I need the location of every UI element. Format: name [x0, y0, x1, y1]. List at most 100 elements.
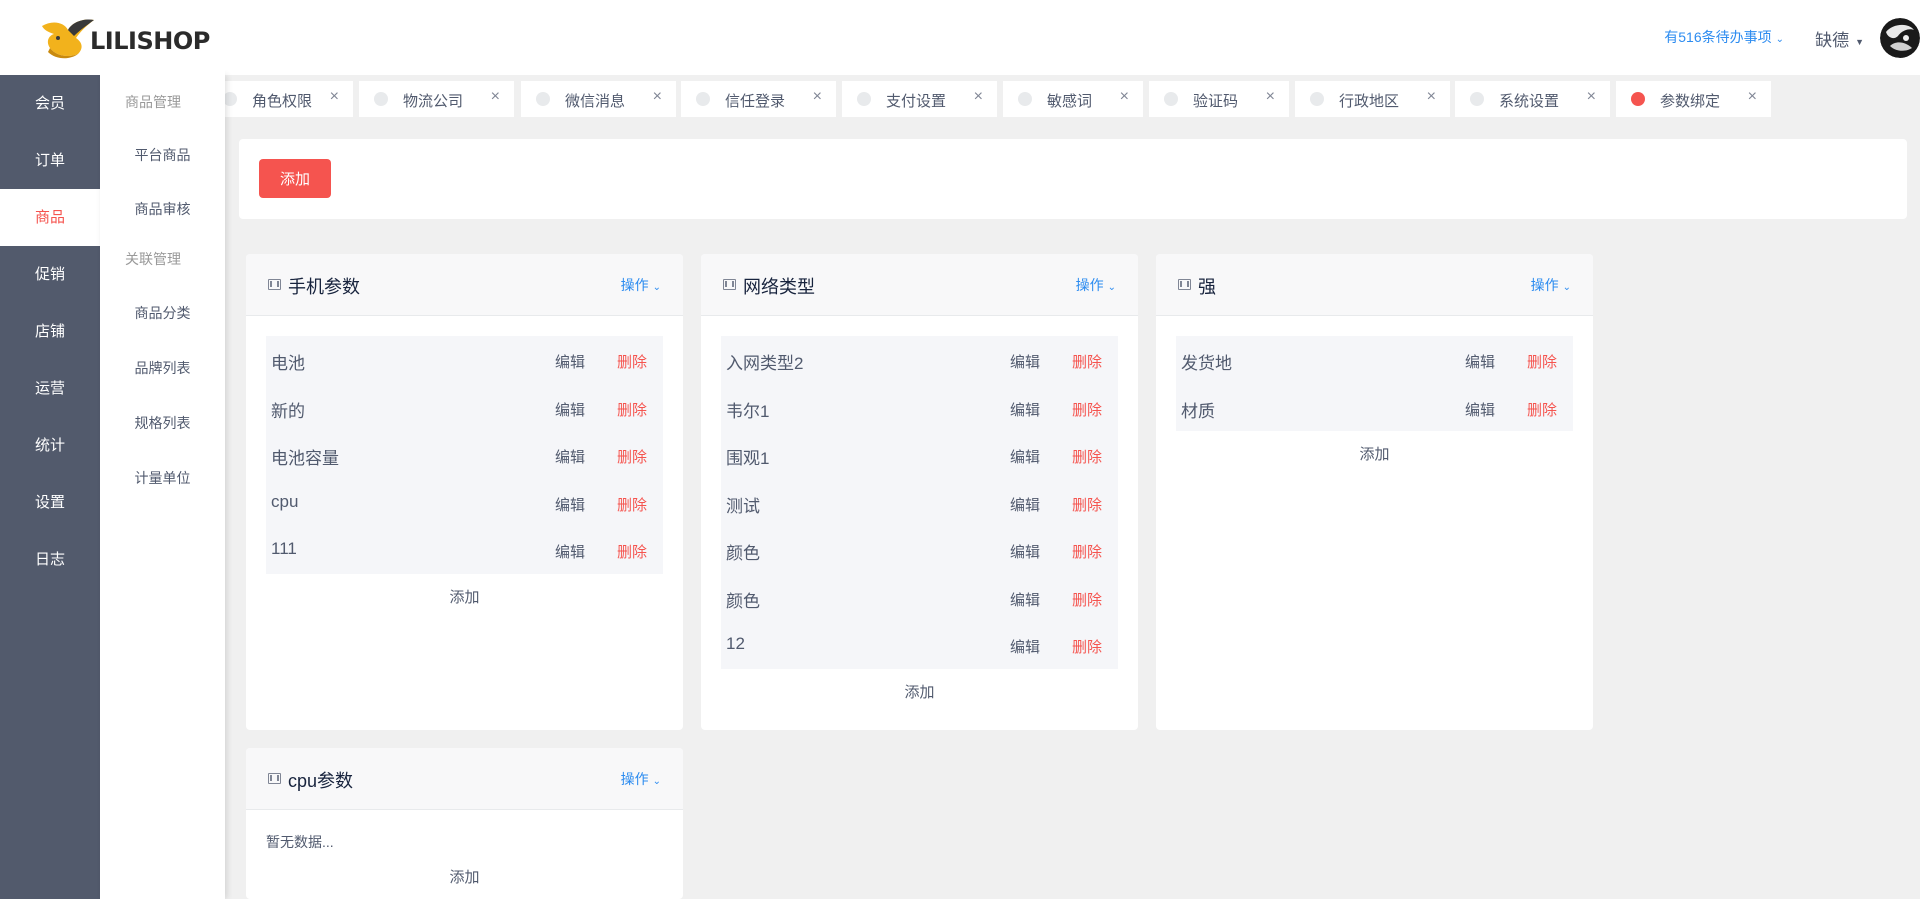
close-icon[interactable]: × — [653, 88, 662, 106]
tab-logistics[interactable]: 物流公司 × — [359, 81, 514, 117]
add-param-button[interactable]: 添加 — [701, 681, 1138, 702]
edit-button[interactable]: 编辑 — [555, 494, 585, 515]
submenu-group-relation-management: 关联管理 — [125, 251, 181, 267]
close-icon[interactable]: × — [1266, 88, 1275, 106]
chevron-down-icon: ⌄ — [1562, 282, 1571, 293]
tab-status-dot — [1310, 92, 1324, 106]
submenu-item-brand-list[interactable]: 品牌列表 — [100, 358, 225, 378]
operations-label: 操作 — [620, 771, 649, 787]
add-param-button[interactable]: 添加 — [246, 866, 683, 887]
operations-dropdown[interactable]: 操作 ⌄ — [621, 275, 661, 295]
add-param-button[interactable]: 添加 — [1156, 443, 1593, 464]
submenu-item-goods-category[interactable]: 商品分类 — [100, 303, 225, 323]
edit-button[interactable]: 编辑 — [555, 399, 585, 420]
submenu-item-goods-review[interactable]: 商品审核 — [100, 199, 225, 219]
nav-item-operation[interactable]: 运营 — [0, 360, 100, 417]
param-row: 韦尔1 编辑 删除 — [721, 384, 1118, 432]
todo-dropdown[interactable]: 有516条待办事项 ⌄ — [1664, 27, 1784, 47]
edit-button[interactable]: 编辑 — [1010, 351, 1040, 372]
nav-item-goods[interactable]: 商品 — [0, 189, 100, 246]
tab-role-permission[interactable]: 角色权限 × — [225, 81, 353, 117]
delete-button[interactable]: 删除 — [1527, 351, 1557, 372]
add-param-button[interactable]: 添加 — [246, 586, 683, 607]
operations-dropdown[interactable]: 操作 ⌄ — [1076, 275, 1116, 295]
param-name: 围观1 — [726, 449, 770, 468]
tab-trust-login[interactable]: 信任登录 × — [681, 81, 836, 117]
tab-system-settings[interactable]: 系统设置 × — [1455, 81, 1610, 117]
param-name: 材质 — [1181, 401, 1215, 421]
submenu-item-platform-goods[interactable]: 平台商品 — [100, 145, 225, 165]
tab-sensitive-words[interactable]: 敏感词 × — [1003, 81, 1143, 117]
param-name: 电池容量 — [271, 449, 339, 468]
tab-admin-region[interactable]: 行政地区 × — [1295, 81, 1450, 117]
param-group-card: cpu参数 操作 ⌄ 暂无数据... 添加 — [246, 748, 683, 899]
edit-button[interactable]: 编辑 — [1465, 399, 1495, 420]
user-dropdown[interactable]: 缺德 ▼ — [1815, 26, 1864, 51]
close-icon[interactable]: × — [1427, 88, 1436, 106]
close-icon[interactable]: × — [491, 88, 500, 106]
edit-button[interactable]: 编辑 — [555, 541, 585, 562]
tab-label: 验证码 — [1193, 93, 1239, 110]
delete-button[interactable]: 删除 — [1072, 541, 1102, 562]
nav-item-promotion[interactable]: 促销 — [0, 246, 100, 303]
param-name: 测试 — [726, 496, 760, 516]
edit-button[interactable]: 编辑 — [1010, 636, 1040, 657]
edit-button[interactable]: 编辑 — [555, 351, 585, 372]
param-name: 发货地 — [1181, 354, 1232, 373]
tab-label: 敏感词 — [1047, 93, 1093, 110]
close-icon[interactable]: × — [330, 88, 339, 106]
delete-button[interactable]: 删除 — [617, 446, 647, 467]
edit-button[interactable]: 编辑 — [1010, 446, 1040, 467]
edit-button[interactable]: 编辑 — [1010, 494, 1040, 515]
delete-button[interactable]: 删除 — [1072, 399, 1102, 420]
delete-button[interactable]: 删除 — [1072, 589, 1102, 610]
delete-button[interactable]: 删除 — [617, 494, 647, 515]
nav-item-statistics[interactable]: 统计 — [0, 417, 100, 474]
close-icon[interactable]: × — [1120, 88, 1129, 106]
param-row: 发货地 编辑 删除 — [1176, 336, 1573, 384]
film-icon — [268, 773, 281, 784]
delete-button[interactable]: 删除 — [1072, 446, 1102, 467]
edit-button[interactable]: 编辑 — [1465, 351, 1495, 372]
delete-button[interactable]: 删除 — [1072, 351, 1102, 372]
tab-wechat-message[interactable]: 微信消息 × — [521, 81, 676, 117]
submenu-item-spec-list[interactable]: 规格列表 — [100, 413, 225, 433]
nav-item-order[interactable]: 订单 — [0, 132, 100, 189]
param-name: 电池 — [271, 354, 305, 373]
tab-parameter-binding[interactable]: 参数绑定 × — [1616, 81, 1771, 117]
edit-button[interactable]: 编辑 — [1010, 541, 1040, 562]
delete-button[interactable]: 删除 — [617, 541, 647, 562]
user-name: 缺德 — [1815, 31, 1850, 50]
edit-button[interactable]: 编辑 — [555, 446, 585, 467]
close-icon[interactable]: × — [1748, 88, 1757, 106]
nav-item-log[interactable]: 日志 — [0, 531, 100, 588]
add-parameter-group-button[interactable]: 添加 — [259, 159, 331, 198]
param-row: cpu 编辑 删除 — [266, 479, 663, 527]
edit-button[interactable]: 编辑 — [1010, 399, 1040, 420]
param-name: 颜色 — [726, 591, 760, 611]
delete-button[interactable]: 删除 — [1072, 636, 1102, 657]
nav-item-store[interactable]: 店铺 — [0, 303, 100, 360]
nav-item-member[interactable]: 会员 — [0, 75, 100, 132]
edit-button[interactable]: 编辑 — [1010, 589, 1040, 610]
nav-item-settings[interactable]: 设置 — [0, 474, 100, 531]
delete-button[interactable]: 删除 — [1527, 399, 1557, 420]
logo[interactable]: LILISHOP — [0, 0, 225, 75]
close-icon[interactable]: × — [1587, 88, 1596, 106]
param-group-card: 强 操作 ⌄ 发货地 编辑 删除 材质 编辑 删除 添加 — [1156, 254, 1593, 730]
operations-dropdown[interactable]: 操作 ⌄ — [621, 769, 661, 789]
delete-button[interactable]: 删除 — [617, 351, 647, 372]
param-name: 入网类型2 — [726, 354, 804, 373]
close-icon[interactable]: × — [974, 88, 983, 106]
avatar[interactable] — [1880, 18, 1920, 58]
submenu-item-unit[interactable]: 计量单位 — [100, 468, 225, 488]
close-icon[interactable]: × — [813, 88, 822, 106]
delete-button[interactable]: 删除 — [1072, 494, 1102, 515]
chevron-down-icon: ⌄ — [1775, 34, 1784, 45]
tab-payment-settings[interactable]: 支付设置 × — [842, 81, 997, 117]
delete-button[interactable]: 删除 — [617, 399, 647, 420]
tab-label: 系统设置 — [1499, 93, 1560, 110]
operations-dropdown[interactable]: 操作 ⌄ — [1531, 275, 1571, 295]
empty-state-text: 暂无数据... — [266, 834, 334, 850]
tab-captcha[interactable]: 验证码 × — [1149, 81, 1289, 117]
